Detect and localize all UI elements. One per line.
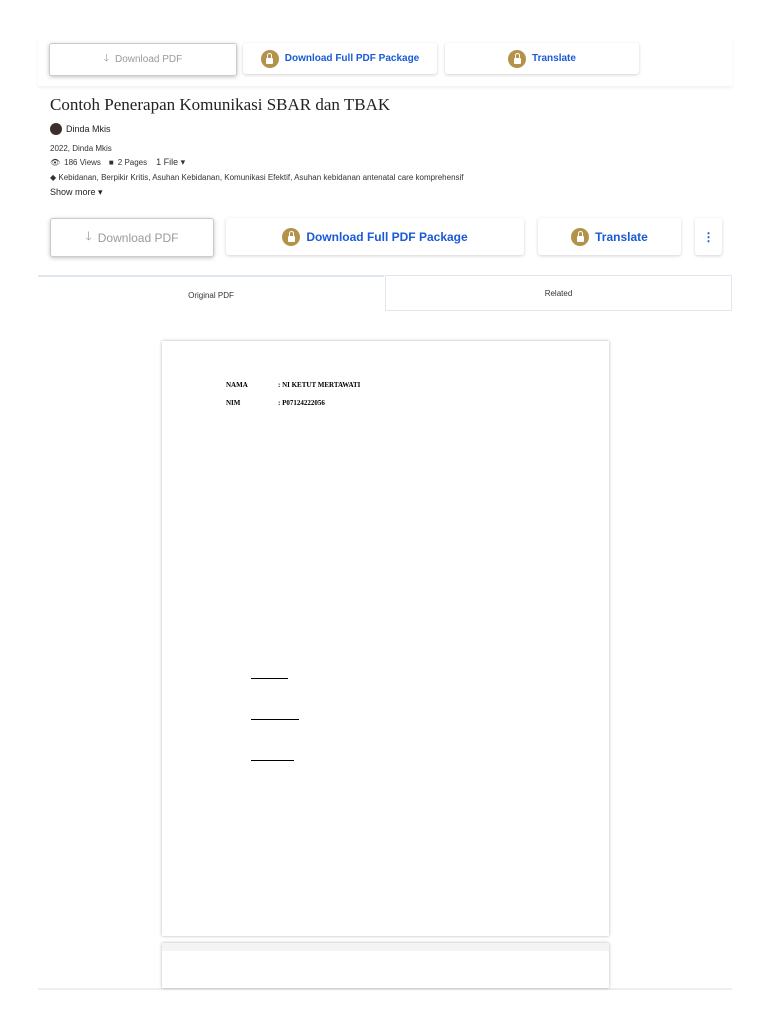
tab-related[interactable]: Related [385, 275, 732, 311]
download-pdf-button[interactable]: 🡓 Download PDF [50, 218, 214, 257]
more-options-button[interactable]: ⋮ [695, 218, 722, 255]
files-dropdown[interactable]: 1 File ▾ [156, 157, 185, 168]
lock-icon [508, 49, 527, 68]
stats: 👁 186 Views ■ 2 Pages 1 File ▾ [50, 157, 186, 168]
translate-button[interactable]: Translate [538, 218, 681, 255]
page-title: Contoh Penerapan Komunikasi SBAR dan TBA… [50, 95, 391, 114]
show-more-button[interactable]: Show more ▾ [50, 187, 103, 198]
avatar [50, 123, 62, 135]
lock-icon [282, 227, 301, 246]
year-author: 2022, Dinda Mkis [50, 144, 112, 153]
download-pdf-button[interactable]: 🡓 Download PDF [49, 43, 237, 76]
download-icon: 🡓 [85, 229, 92, 243]
underline [251, 719, 299, 720]
author[interactable]: Dinda Mkis [50, 123, 111, 135]
underline [251, 678, 288, 679]
download-icon: 🡓 [103, 53, 109, 64]
more-icon: ⋮ [702, 229, 715, 244]
download-package-button[interactable]: Download Full PDF Package [226, 218, 524, 255]
tags: ◆ Kebidanan, Berpikir Kritis, Asuhan Keb… [50, 173, 464, 182]
eye-icon: 👁 [50, 158, 61, 167]
tab-original-pdf[interactable]: Original PDF [38, 275, 384, 313]
underline [251, 760, 294, 761]
lock-icon [260, 49, 279, 68]
pdf-page-2 [162, 943, 609, 988]
lock-icon [571, 227, 590, 246]
download-package-button[interactable]: Download Full PDF Package [243, 43, 437, 74]
translate-button[interactable]: Translate [445, 43, 639, 74]
file-icon: ■ [108, 158, 114, 167]
pdf-page-1: NAMA : NI KETUT MERTAWATI NIM : P0712422… [162, 341, 609, 936]
